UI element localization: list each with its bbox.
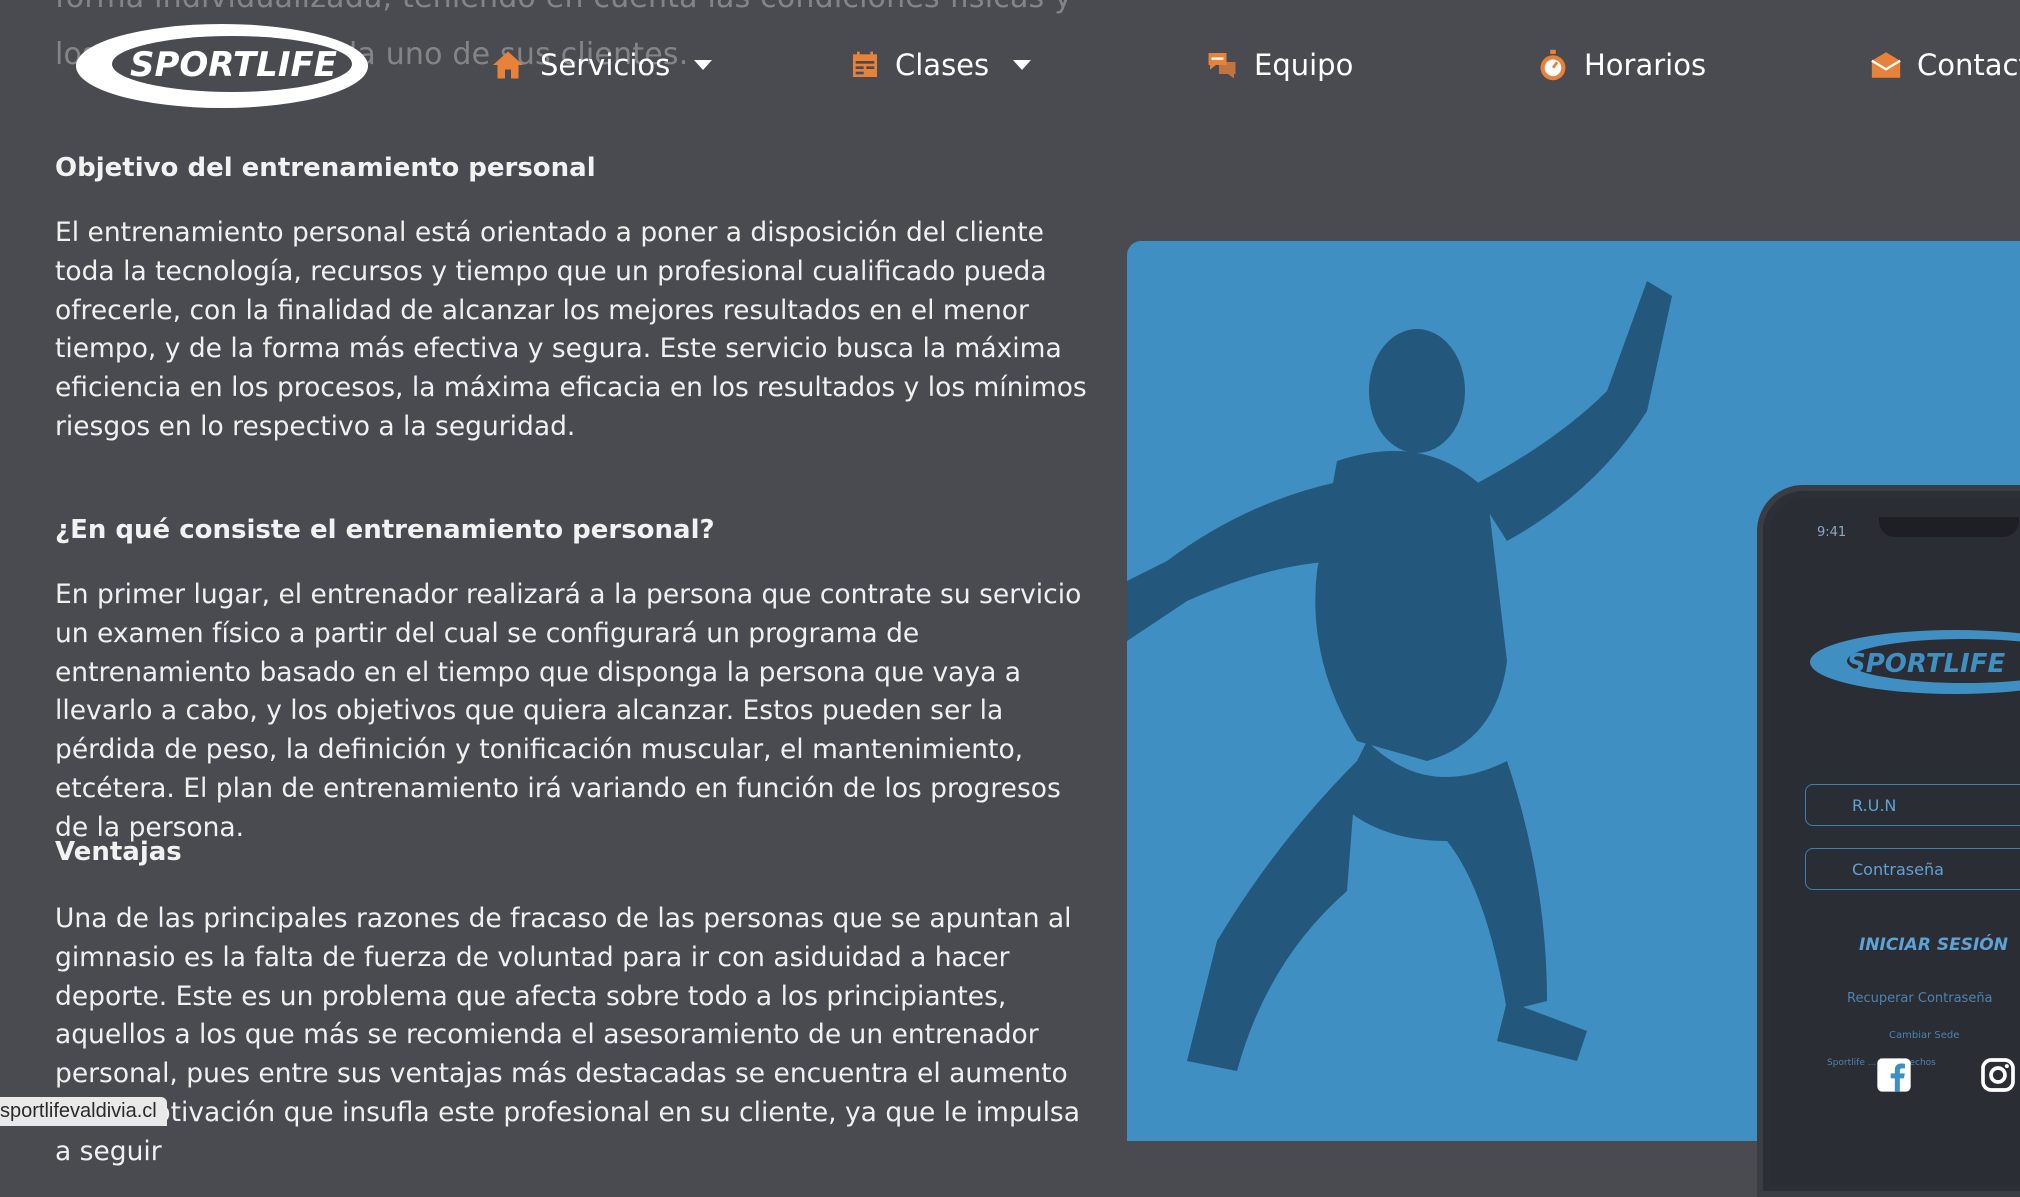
nav-label: Horarios xyxy=(1584,48,1707,82)
nav-item-equipo[interactable]: Equipo xyxy=(1204,44,1353,86)
facebook-icon[interactable] xyxy=(1874,1055,1914,1095)
nav-item-clases[interactable]: Clases xyxy=(849,44,1032,86)
section-heading-ventajas: Ventajas xyxy=(55,837,182,867)
phone-logo-text: SPORTLIFE xyxy=(1847,649,2005,679)
section-heading-que-consiste: ¿En qué consiste el entrenamiento person… xyxy=(55,515,715,545)
login-button[interactable]: INICIAR SESIÓN xyxy=(1859,935,2008,955)
password-input[interactable]: Contraseña xyxy=(1805,848,2020,890)
home-icon xyxy=(493,51,523,79)
chat-bubbles-icon xyxy=(1208,53,1236,79)
instagram-icon[interactable] xyxy=(1978,1055,2018,1095)
section-text-que-consiste: En primer lugar, el entrenador realizará… xyxy=(55,579,1082,843)
recover-password-link[interactable]: Recuperar Contraseña xyxy=(1847,991,1993,1006)
nav-label: Clases xyxy=(895,48,990,82)
mail-icon xyxy=(1871,52,1901,78)
chevron-down-icon xyxy=(1013,60,1032,70)
nav-label: Equipo xyxy=(1254,48,1354,82)
run-input[interactable]: R.U.N xyxy=(1805,784,2020,826)
nav-item-contact[interactable]: Contact xyxy=(1869,44,2020,86)
phone-time: 9:41 xyxy=(1817,525,1847,540)
calendar-icon xyxy=(853,51,877,77)
section-heading-objetivo: Objetivo del entrenamiento personal xyxy=(55,153,596,183)
chevron-down-icon xyxy=(694,60,713,70)
nav-label: Servicios xyxy=(540,48,671,82)
stopwatch-icon xyxy=(1540,49,1566,81)
change-site-link[interactable]: Cambiar Sede xyxy=(1889,1030,1959,1041)
section-text-ventajas: Una de las principales razones de fracas… xyxy=(55,903,1080,1167)
main-nav: Servicios Clases Equipo Horarios Contact xyxy=(0,0,2020,130)
phone-notch xyxy=(1879,517,2019,537)
phone-logo: SPORTLIFE xyxy=(1810,630,2020,694)
section-text-objetivo: El entrenamiento personal está orientado… xyxy=(55,217,1087,442)
nav-item-horarios[interactable]: Horarios xyxy=(1536,44,1706,86)
status-bar-url: sportlifevaldivia.cl xyxy=(0,1097,167,1126)
nav-item-servicios[interactable]: Servicios xyxy=(490,44,713,86)
nav-label: Contact xyxy=(1917,48,2020,82)
